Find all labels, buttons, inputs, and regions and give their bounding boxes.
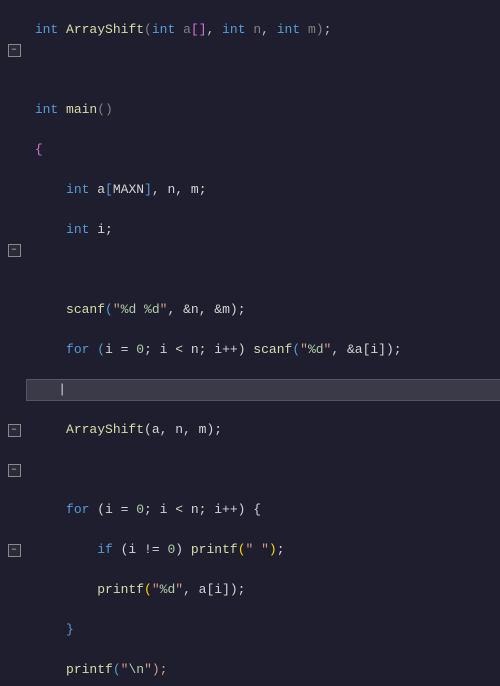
code-line[interactable]: printf("%d", a[i]); [27,580,500,600]
code-area[interactable]: int ArrayShift(int a[], int n, int m); i… [23,0,500,686]
gutter: − − − − − [0,0,23,686]
code-line[interactable]: int a[MAXN], n, m; [27,180,500,200]
code-line[interactable]: scanf("%d %d", &n, &m); [27,300,500,320]
code-line[interactable] [27,460,500,480]
code-line[interactable]: for (i = 0; i < n; i++) scanf("%d", &a[i… [27,340,500,360]
code-line[interactable]: int ArrayShift(int a[], int n, int m); [27,20,500,40]
code-line[interactable]: for (i = 0; i < n; i++) { [27,500,500,520]
code-editor[interactable]: − − − − − int ArrayShift(int a[], [0,0,500,686]
fold-for2-icon[interactable]: − [8,464,21,477]
code-line[interactable] [27,260,500,280]
code-line[interactable]: if (i != 0) printf(" "); [27,540,500,560]
code-line[interactable] [27,60,500,80]
code-line[interactable]: printf("\n"); [27,660,500,680]
code-line-current[interactable]: | [27,380,500,400]
fold-main-icon[interactable]: − [8,44,21,57]
fold-for3-icon[interactable]: − [8,544,21,557]
fold-for-icon[interactable]: − [8,244,21,257]
code-line[interactable]: } [27,620,500,640]
fold-arrayshift-icon[interactable]: − [8,424,21,437]
code-line[interactable]: ArrayShift(a, n, m); [27,420,500,440]
text-cursor: | [58,382,66,397]
code-line[interactable]: { [27,140,500,160]
code-line[interactable]: int main() [27,100,500,120]
code-line[interactable]: int i; [27,220,500,240]
